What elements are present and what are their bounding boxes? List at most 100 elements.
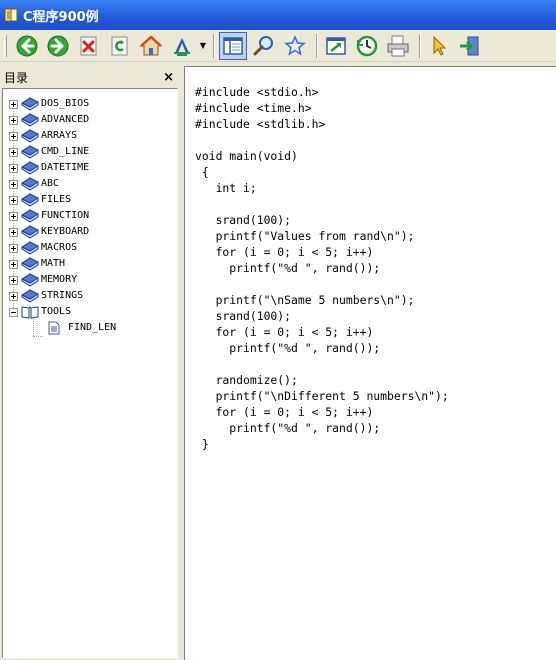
back-arrow-icon: [16, 35, 38, 56]
code-line: printf("\nDifferent 5 numbers\n");: [195, 389, 449, 403]
tree-item-function[interactable]: FUNCTION: [9, 208, 89, 224]
code-line: void main(void): [195, 149, 298, 163]
star-icon: [284, 34, 306, 56]
tree-item-label: DATETIME: [41, 162, 90, 173]
tree-item-tools[interactable]: TOOLS: [9, 304, 71, 320]
contents-panel: 目录 × DOS_BIOS ADVANCED ARRAYS CMD_LINE DATET…: [0, 66, 180, 660]
font-dropdown-arrow[interactable]: ▼: [199, 32, 207, 60]
toolbar-separator: [419, 33, 421, 58]
tree-item-label: TOOLS: [41, 306, 72, 317]
home-button[interactable]: [137, 32, 165, 60]
tree-item-label: FILES: [41, 194, 72, 205]
code-line: printf("%d ", rand());: [195, 341, 381, 355]
expand-icon[interactable]: [9, 211, 18, 221]
code-line: srand(100);: [195, 213, 292, 227]
book-closed-icon: [21, 289, 39, 303]
toolbar-separator: [213, 33, 215, 58]
expand-icon[interactable]: [9, 275, 18, 285]
toolbar-grip[interactable]: [4, 34, 7, 57]
tree-item-strings[interactable]: STRINGS: [9, 288, 83, 304]
expand-icon[interactable]: [9, 99, 18, 109]
refresh-button[interactable]: [106, 32, 134, 60]
tree-item-label: FIND_LEN: [68, 322, 117, 333]
tree-item-label: ARRAYS: [41, 130, 78, 141]
collapse-icon[interactable]: [9, 307, 18, 317]
search-button[interactable]: [250, 32, 278, 60]
code-line: srand(100);: [195, 309, 292, 323]
code-line: for (i = 0; i < 5; i++): [195, 405, 374, 419]
pointer-button[interactable]: [425, 32, 453, 60]
tree-item-math[interactable]: MATH: [9, 256, 65, 272]
topic-pane[interactable]: #include <stdio.h> #include <time.h> #incl…: [184, 66, 556, 660]
contents-tree[interactable]: DOS_BIOS ADVANCED ARRAYS CMD_LINE DATETIME AB…: [2, 88, 178, 658]
tree-item-datetime[interactable]: DATETIME: [9, 160, 89, 176]
tree-item-files[interactable]: FILES: [9, 192, 71, 208]
search-icon: [253, 35, 273, 55]
tree-item-keyboard[interactable]: KEYBOARD: [9, 224, 89, 240]
toolbar: ▼: [0, 30, 556, 62]
tree-item-label: MEMORY: [41, 274, 78, 285]
book-closed-icon: [21, 161, 39, 175]
exit-button[interactable]: [456, 32, 484, 60]
code-line: printf("\nSame 5 numbers\n");: [195, 293, 415, 307]
jump-window-icon: [326, 36, 346, 55]
close-pane-button[interactable]: ×: [163, 70, 174, 85]
window-title: C程序900例: [23, 9, 99, 25]
print-button[interactable]: [384, 32, 412, 60]
tree-item-arrays[interactable]: ARRAYS: [9, 128, 77, 144]
expand-icon[interactable]: [9, 243, 18, 253]
home-icon: [139, 34, 163, 55]
code-line: #include <stdlib.h>: [195, 117, 326, 131]
back-button[interactable]: [13, 32, 41, 60]
hide-tree-button[interactable]: [219, 31, 247, 60]
tree-item-label: MACROS: [41, 242, 78, 253]
book-closed-icon: [21, 273, 39, 287]
forward-button[interactable]: [44, 32, 72, 60]
expand-icon[interactable]: [9, 195, 18, 205]
book-closed-icon: [21, 97, 39, 111]
stop-icon: [80, 36, 97, 55]
tree-item-find-len[interactable]: FIND_LEN: [45, 320, 116, 336]
title-bar[interactable]: C程序900例: [0, 0, 556, 30]
stop-button[interactable]: [75, 32, 103, 60]
expand-icon[interactable]: [9, 179, 18, 189]
expand-icon[interactable]: [9, 131, 18, 141]
font-icon: [174, 37, 190, 56]
expand-icon[interactable]: [9, 147, 18, 157]
tree-item-label: CMD_LINE: [41, 146, 90, 157]
code-line: int i;: [195, 181, 257, 195]
font-button[interactable]: [168, 32, 196, 60]
history-icon: [356, 35, 378, 56]
forward-arrow-icon: [47, 35, 69, 56]
expand-icon[interactable]: [9, 259, 18, 269]
tree-item-advanced[interactable]: ADVANCED: [9, 112, 89, 128]
book-closed-icon: [21, 113, 39, 127]
tree-item-macros[interactable]: MACROS: [9, 240, 77, 256]
tree-item-label: STRINGS: [41, 290, 84, 301]
refresh-icon: [111, 36, 128, 55]
toolbar-separator: [316, 33, 318, 58]
tree-item-cmd_line[interactable]: CMD_LINE: [9, 144, 89, 160]
code-line: for (i = 0; i < 5; i++): [195, 325, 374, 339]
contents-header: 目录 ×: [0, 66, 180, 88]
history-button[interactable]: [353, 32, 381, 60]
expand-icon[interactable]: [9, 163, 18, 173]
favorites-button[interactable]: [281, 32, 309, 60]
expand-icon[interactable]: [9, 227, 18, 237]
tree-item-label: MATH: [41, 258, 66, 269]
jump-button[interactable]: [322, 32, 350, 60]
book-open-icon: [21, 306, 39, 319]
book-closed-icon: [21, 129, 39, 143]
book-closed-icon: [21, 241, 39, 255]
tree-item-abc[interactable]: ABC: [9, 176, 59, 192]
tree-item-memory[interactable]: MEMORY: [9, 272, 77, 288]
tree-item-label: FUNCTION: [41, 210, 90, 221]
page-icon: [48, 321, 60, 335]
tree-item-dos_bios[interactable]: DOS_BIOS: [9, 96, 89, 112]
contents-title: 目录: [4, 70, 29, 85]
expand-icon[interactable]: [9, 291, 18, 301]
expand-icon[interactable]: [9, 115, 18, 125]
pointer-icon: [433, 35, 447, 56]
